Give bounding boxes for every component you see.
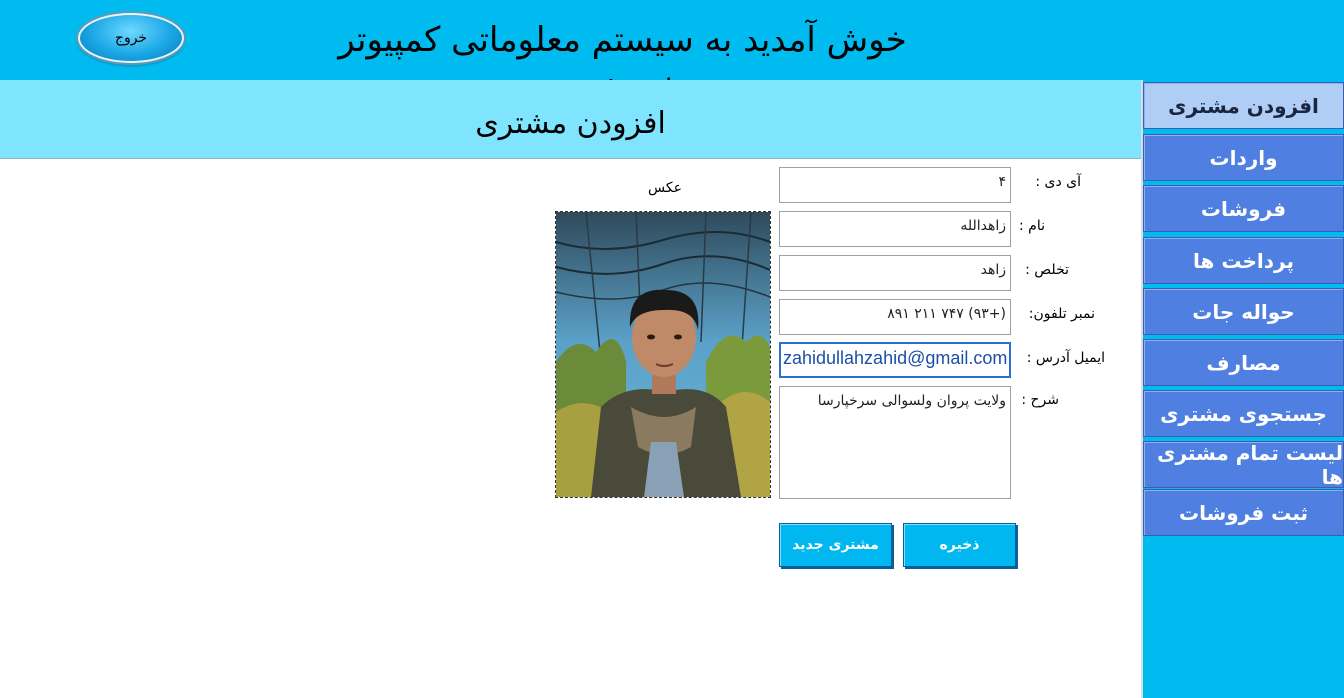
new-customer-button[interactable]: مشتری جدید <box>779 523 892 567</box>
sidebar-item-search-customer[interactable]: جستجوی مشتری <box>1143 390 1344 437</box>
sidebar-item-record-sales[interactable]: ثبت فروشات <box>1143 489 1344 536</box>
email-field[interactable]: zahidullahzahid@gmail.com <box>779 342 1011 378</box>
customer-photo[interactable] <box>555 211 771 498</box>
phone-field[interactable]: (+۹۳) ۷۴۷ ۲۱۱ ۸۹۱ <box>779 299 1011 335</box>
name-field[interactable]: زاهدالله <box>779 211 1011 247</box>
description-field[interactable]: ولایت پروان ولسوالی سرخپارسا <box>779 386 1011 499</box>
sidebar-item-sales[interactable]: فروشات <box>1143 185 1344 232</box>
app-header: خروج خوش آمدید به سیستم معلوماتی کمپیوتر… <box>0 0 1344 108</box>
portrait-illustration <box>556 212 770 497</box>
sidebar: افزودن مشتری واردات فروشات پرداخت ها حوا… <box>1143 80 1344 698</box>
save-label: ذخیره <box>939 537 980 553</box>
sidebar-item-add-customer[interactable]: افزودن مشتری <box>1143 82 1344 129</box>
sidebar-item-payments[interactable]: پرداخت ها <box>1143 237 1344 284</box>
save-button[interactable]: ذخیره <box>903 523 1016 567</box>
family-field[interactable]: زاهد <box>779 255 1011 291</box>
new-customer-label: مشتری جدید <box>792 537 879 553</box>
photo-label: عکس <box>648 180 682 196</box>
exit-button[interactable]: خروج <box>78 13 184 63</box>
sidebar-item-customer-list[interactable]: لیست تمام مشتری ها <box>1143 441 1344 489</box>
page-title: افزودن مشتری <box>475 106 666 141</box>
sidebar-item-imports[interactable]: واردات <box>1143 134 1344 181</box>
page-title-bar: افزودن مشتری <box>0 80 1141 159</box>
exit-label: خروج <box>114 30 148 46</box>
sidebar-item-expenses[interactable]: مصارف <box>1143 339 1344 386</box>
sidebar-item-transfers[interactable]: حواله جات <box>1143 288 1344 335</box>
id-field[interactable]: ۴ <box>779 167 1011 203</box>
